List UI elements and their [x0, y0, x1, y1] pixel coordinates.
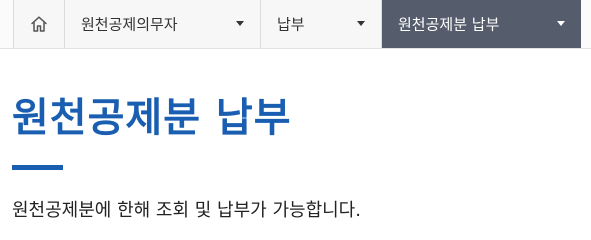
- breadcrumb-item-label: 원천공제의무자: [81, 15, 178, 34]
- breadcrumb-item-withholding-payment[interactable]: 원천공제분 납부: [382, 0, 581, 48]
- page-description: 원천공제분에 한해 조회 및 납부가 가능합니다.: [12, 200, 361, 221]
- breadcrumb-item-payment[interactable]: 납부: [261, 0, 382, 48]
- breadcrumb-left-edge: [0, 0, 13, 48]
- caret-down-icon: [557, 21, 565, 26]
- caret-down-icon: [236, 21, 244, 26]
- breadcrumb-item-label: 납부: [277, 15, 305, 34]
- page-title: 원천공제분 납부: [12, 95, 292, 141]
- breadcrumb: 원천공제의무자 납부 원천공제분 납부: [0, 0, 591, 49]
- breadcrumb-item-label: 원천공제분 납부: [398, 15, 500, 34]
- home-button[interactable]: [13, 0, 65, 48]
- breadcrumb-right-edge: [581, 0, 591, 48]
- breadcrumb-item-withholding-agent[interactable]: 원천공제의무자: [65, 0, 261, 48]
- title-underline: [12, 165, 63, 170]
- home-icon: [31, 16, 47, 32]
- caret-down-icon: [357, 21, 365, 26]
